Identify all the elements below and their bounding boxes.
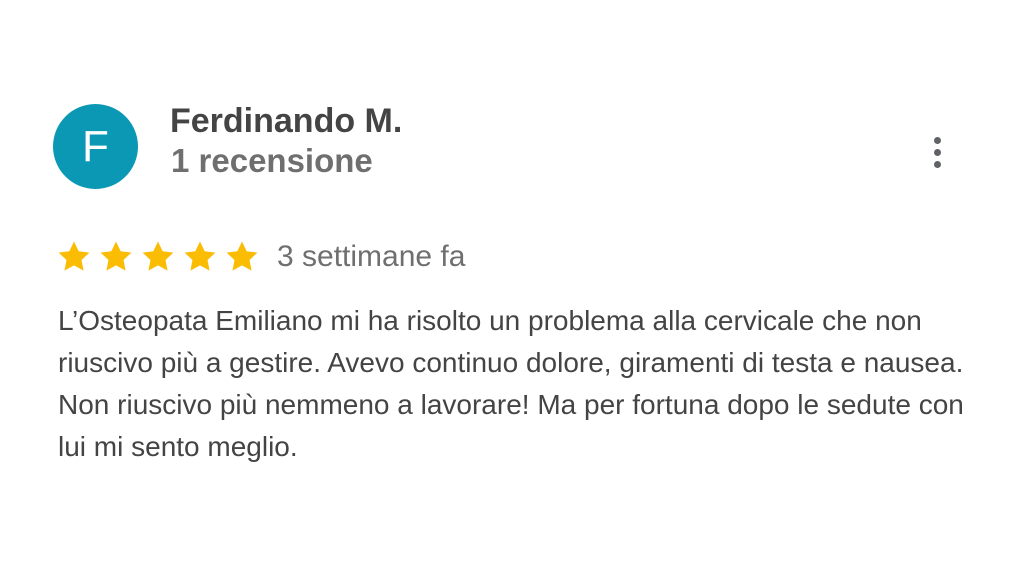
star-icon [58,241,90,271]
reviewer-review-count: 1 recensione [171,142,373,179]
star-rating [55,238,261,276]
review-card: F Ferdinando M. 1 recensione 3 settimane… [0,0,1024,577]
more-vert-icon-dot [933,136,941,144]
reviewer-name[interactable]: Ferdinando M. [170,102,402,141]
star-icon [142,241,174,271]
star-icon [226,241,258,271]
rating-row: 3 settimane fa [55,236,465,278]
more-vert-icon-dot [933,160,941,168]
more-vert-icon-dot [933,148,941,156]
star-icon [184,241,216,271]
more-options-button[interactable] [920,130,954,174]
avatar-initial: F [82,121,109,171]
avatar[interactable]: F [53,104,138,189]
review-date: 3 settimane fa [277,240,466,273]
star-icon [100,241,132,271]
review-text: L’Osteopata Emiliano mi ha risolto un pr… [58,305,964,462]
